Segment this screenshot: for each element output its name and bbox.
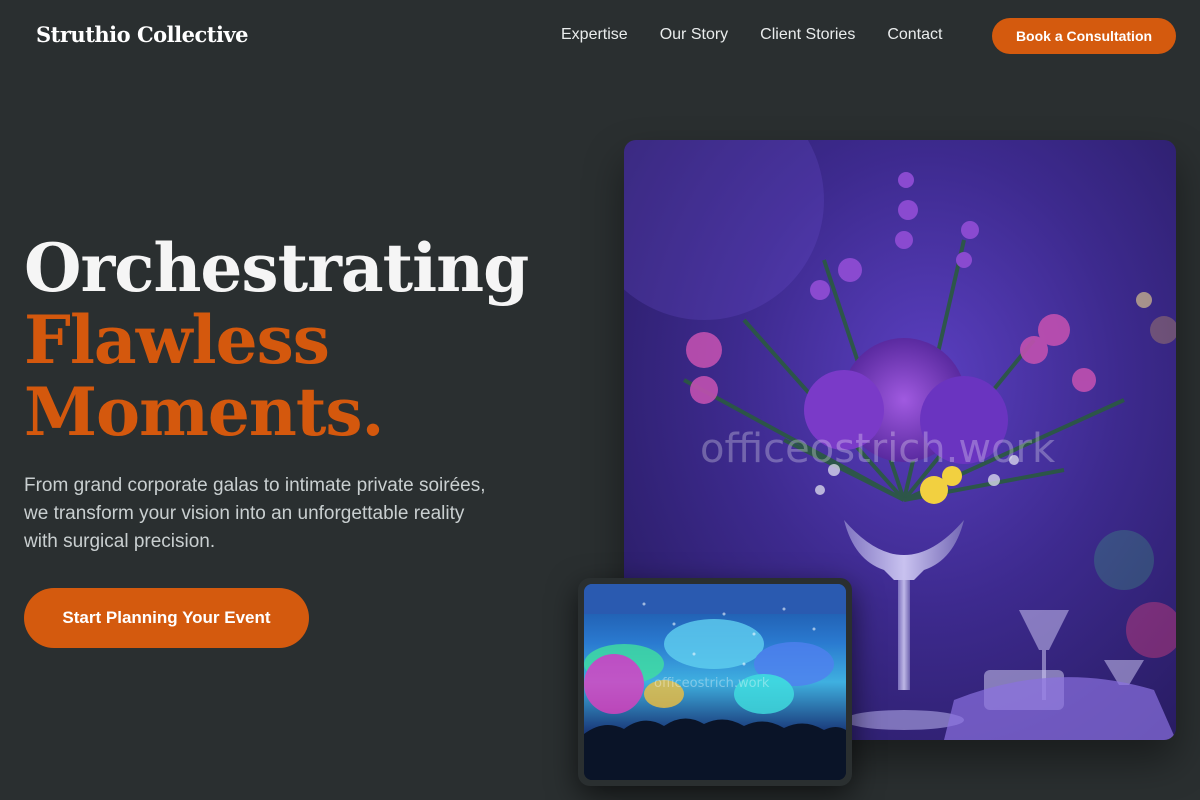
top-nav: Struthio Collective Expertise Our Story … <box>0 0 1200 72</box>
small-image-watermark: officeostrich.work <box>654 676 770 691</box>
hero-subtitle: From grand corporate galas to intimate p… <box>24 475 486 552</box>
nav-link-our-story[interactable]: Our Story <box>660 26 728 44</box>
hero-headline: Orchestrating Flawless Moments. <box>24 229 529 451</box>
nav-link-contact[interactable]: Contact <box>887 26 942 44</box>
nav-link-client-stories[interactable]: Client Stories <box>760 26 855 44</box>
start-planning-button[interactable]: Start Planning Your Event <box>24 588 309 648</box>
headline-line-3: Moments. <box>24 373 385 451</box>
headline-line-2: Flawless <box>24 301 330 379</box>
book-consultation-button[interactable]: Book a Consultation <box>992 18 1176 54</box>
headline-line-1: Orchestrating <box>24 229 529 307</box>
concert-stage-image: officeostrich.work <box>578 578 852 786</box>
image-watermark: officeostrich.work <box>700 426 1056 472</box>
brand-logo[interactable]: Struthio Collective <box>36 22 249 47</box>
nav-links: Expertise Our Story Client Stories Conta… <box>561 26 974 44</box>
concert-stage-photo: officeostrich.work <box>584 584 846 780</box>
nav-link-expertise[interactable]: Expertise <box>561 26 628 44</box>
